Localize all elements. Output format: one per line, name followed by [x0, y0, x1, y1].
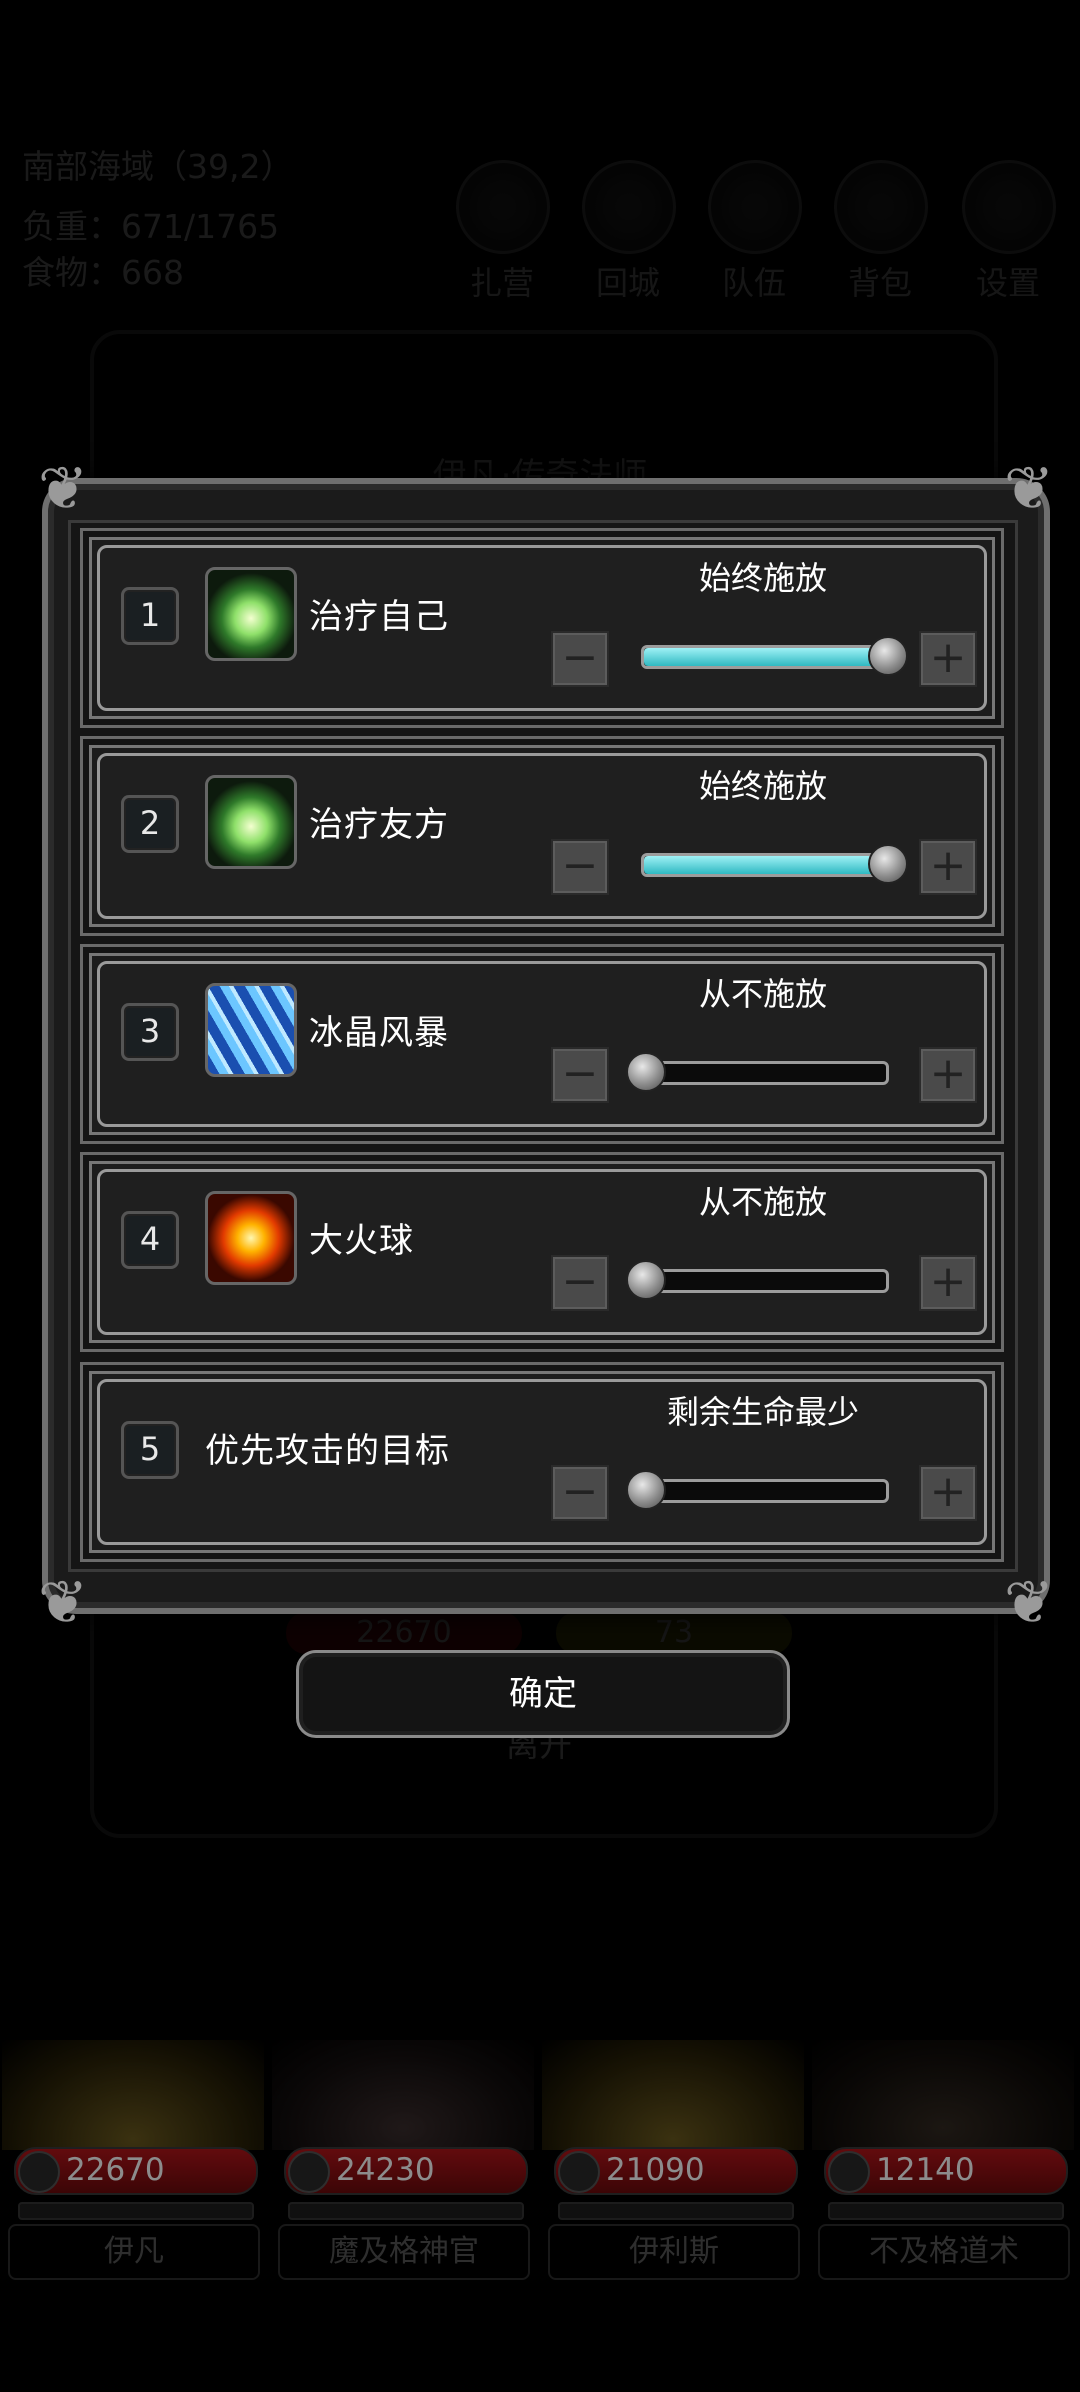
decrease-button[interactable]: −	[551, 631, 609, 687]
slider-knob[interactable]	[626, 1470, 666, 1510]
ice-storm-icon	[205, 983, 297, 1077]
ornament-corner-icon: ❦	[1003, 454, 1055, 524]
skill-row-2: 2 治疗友方 始终施放 − +	[80, 736, 1004, 936]
row-index: 3	[121, 1003, 179, 1061]
increase-button[interactable]: +	[919, 1465, 977, 1521]
slider-knob[interactable]	[626, 1260, 666, 1300]
skill-name: 治疗自己	[309, 597, 449, 637]
cast-mode-label: 始终施放	[698, 767, 827, 805]
cast-mode-label: 从不施放	[698, 1183, 827, 1221]
cast-mode-label: 始终施放	[698, 559, 827, 597]
increase-button[interactable]: +	[919, 839, 977, 895]
increase-button[interactable]: +	[919, 1255, 977, 1311]
skill-name: 大火球	[309, 1221, 414, 1261]
skill-row-1: 1 治疗自己 始终施放 − +	[80, 528, 1004, 728]
decrease-button[interactable]: −	[551, 1465, 609, 1521]
target-mode-slider[interactable]	[626, 1470, 889, 1510]
target-priority-label: 优先攻击的目标	[205, 1431, 450, 1471]
slider-knob[interactable]	[868, 636, 908, 676]
skill-row-3: 3 冰晶风暴 从不施放 − +	[80, 944, 1004, 1144]
confirm-button[interactable]: 确定	[296, 1650, 790, 1738]
decrease-button[interactable]: −	[551, 1255, 609, 1311]
row-index: 5	[121, 1421, 179, 1479]
heal-icon	[205, 567, 297, 661]
skill-row-4: 4 大火球 从不施放 − +	[80, 1152, 1004, 1352]
slider-fill	[644, 648, 886, 666]
row-index: 4	[121, 1211, 179, 1269]
ornament-corner-icon: ❦	[37, 454, 89, 524]
ornament-corner-icon: ❦	[37, 1568, 89, 1638]
fireball-icon	[205, 1191, 297, 1285]
cast-mode-label: 从不施放	[698, 975, 827, 1013]
row-index: 1	[121, 587, 179, 645]
decrease-button[interactable]: −	[551, 1047, 609, 1103]
slider-knob[interactable]	[868, 844, 908, 884]
cast-mode-slider[interactable]	[626, 1052, 889, 1092]
cast-mode-slider[interactable]	[641, 844, 908, 884]
ornament-corner-icon: ❦	[1003, 1568, 1055, 1638]
target-priority-row: 5 优先攻击的目标 剩余生命最少 − +	[80, 1362, 1004, 1562]
row-index: 2	[121, 795, 179, 853]
increase-button[interactable]: +	[919, 631, 977, 687]
slider-knob[interactable]	[626, 1052, 666, 1092]
cast-mode-slider[interactable]	[626, 1260, 889, 1300]
target-mode-label: 剩余生命最少	[666, 1393, 859, 1431]
heal-icon	[205, 775, 297, 869]
slider-fill	[644, 856, 886, 874]
cast-mode-slider[interactable]	[641, 636, 908, 676]
decrease-button[interactable]: −	[551, 839, 609, 895]
increase-button[interactable]: +	[919, 1047, 977, 1103]
skill-name: 治疗友方	[309, 805, 449, 845]
skill-name: 冰晶风暴	[309, 1013, 449, 1053]
